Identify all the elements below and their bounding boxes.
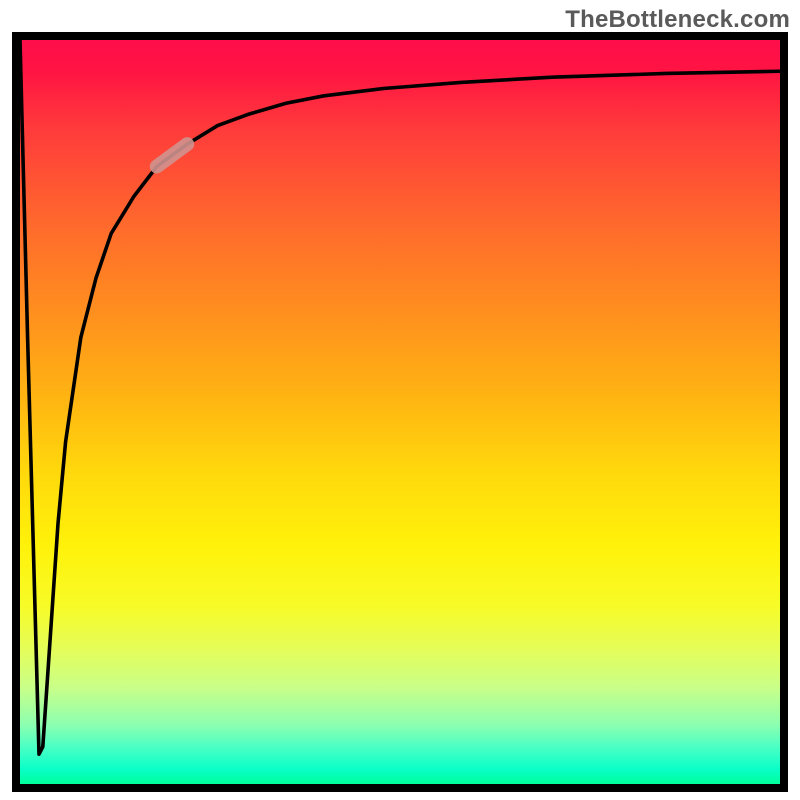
bottleneck-curve xyxy=(20,40,780,754)
chart-svg xyxy=(20,40,780,784)
chart-frame xyxy=(12,32,788,792)
watermark-label: TheBottleneck.com xyxy=(565,6,790,34)
highlight-segment xyxy=(157,144,187,166)
